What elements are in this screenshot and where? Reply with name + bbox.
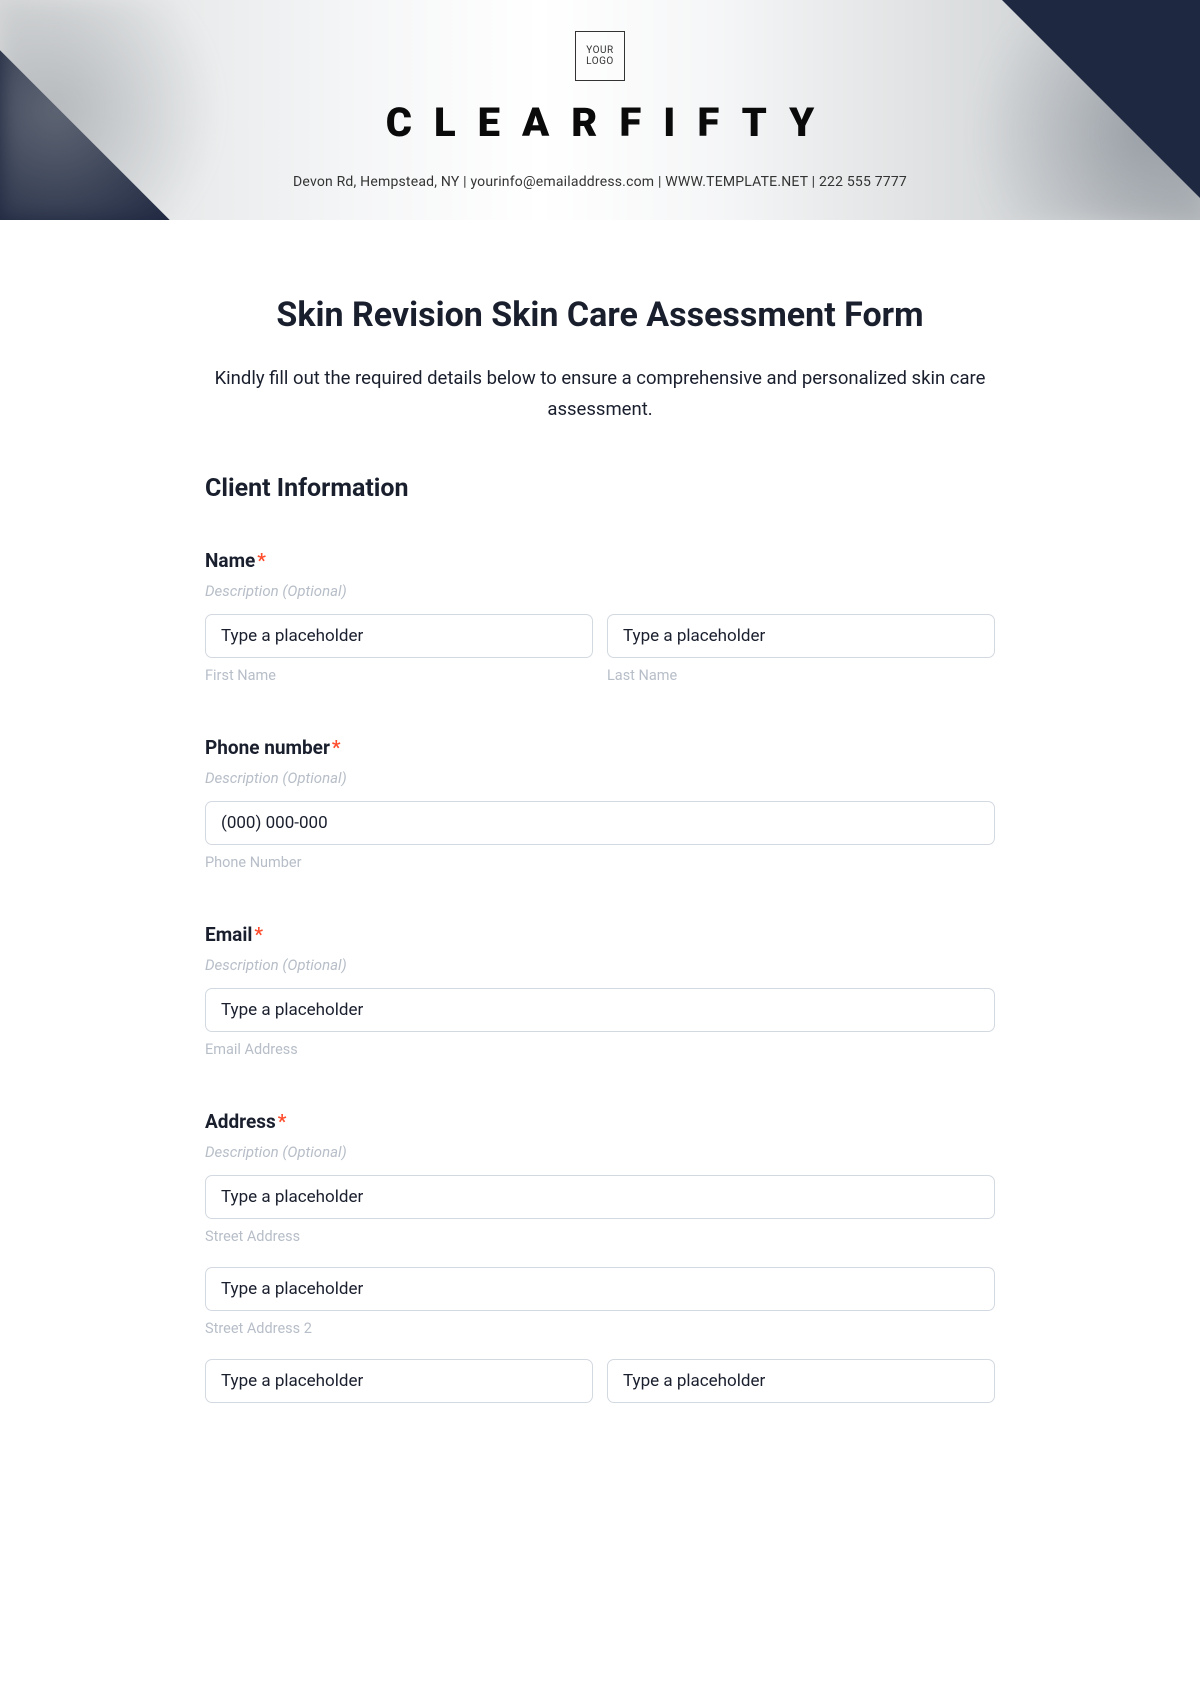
- first-name-col: First Name: [205, 614, 593, 684]
- required-indicator: *: [332, 736, 341, 759]
- phone-sublabel: Phone Number: [205, 854, 995, 871]
- email-sublabel: Email Address: [205, 1041, 995, 1058]
- street2-col: Street Address 2: [205, 1267, 995, 1337]
- name-description: Description (Optional): [205, 582, 995, 600]
- last-name-input[interactable]: [607, 614, 995, 658]
- state-input[interactable]: [607, 1359, 995, 1403]
- street1-col: Street Address: [205, 1175, 995, 1245]
- name-label-text: Name: [205, 549, 255, 572]
- first-name-sublabel: First Name: [205, 667, 593, 684]
- required-indicator: *: [257, 549, 266, 572]
- required-indicator: *: [278, 1110, 287, 1133]
- email-label-text: Email: [205, 923, 252, 946]
- first-name-input[interactable]: [205, 614, 593, 658]
- state-col: [607, 1359, 995, 1403]
- required-indicator: *: [254, 923, 263, 946]
- email-input[interactable]: [205, 988, 995, 1032]
- last-name-sublabel: Last Name: [607, 667, 995, 684]
- header-banner: YOUR LOGO CLEARFIFTY Devon Rd, Hempstead…: [0, 0, 1200, 220]
- form-content: Skin Revision Skin Care Assessment Form …: [100, 220, 1100, 1495]
- address-label: Address*: [205, 1110, 995, 1133]
- city-col: [205, 1359, 593, 1403]
- field-group-phone: Phone number* Description (Optional) Pho…: [205, 736, 995, 871]
- city-input[interactable]: [205, 1359, 593, 1403]
- logo-text-line2: LOGO: [586, 56, 614, 67]
- phone-label: Phone number*: [205, 736, 995, 759]
- street2-input[interactable]: [205, 1267, 995, 1311]
- phone-input[interactable]: [205, 801, 995, 845]
- phone-col: Phone Number: [205, 801, 995, 871]
- field-group-address: Address* Description (Optional) Street A…: [205, 1110, 995, 1403]
- street2-sublabel: Street Address 2: [205, 1320, 995, 1337]
- street1-input[interactable]: [205, 1175, 995, 1219]
- address-description: Description (Optional): [205, 1143, 995, 1161]
- email-label: Email*: [205, 923, 995, 946]
- field-group-name: Name* Description (Optional) First Name …: [205, 549, 995, 684]
- address-row3: [205, 1359, 995, 1403]
- phone-description: Description (Optional): [205, 769, 995, 787]
- address-inputs: Street Address Street Address 2: [205, 1175, 995, 1403]
- street1-sublabel: Street Address: [205, 1228, 995, 1245]
- logo-placeholder: YOUR LOGO: [575, 31, 625, 81]
- form-title: Skin Revision Skin Care Assessment Form: [205, 295, 995, 335]
- contact-info: Devon Rd, Hempstead, NY | yourinfo@email…: [293, 174, 907, 190]
- email-description: Description (Optional): [205, 956, 995, 974]
- field-group-email: Email* Description (Optional) Email Addr…: [205, 923, 995, 1058]
- last-name-col: Last Name: [607, 614, 995, 684]
- form-subtitle: Kindly fill out the required details bel…: [205, 363, 995, 426]
- address-label-text: Address: [205, 1110, 276, 1133]
- decor-blur-right: [920, 0, 1200, 220]
- decor-blur-left: [0, 0, 280, 220]
- name-input-row: First Name Last Name: [205, 614, 995, 684]
- email-col: Email Address: [205, 988, 995, 1058]
- brand-name: CLEARFIFTY: [364, 99, 837, 146]
- section-client-info-title: Client Information: [205, 474, 995, 503]
- phone-label-text: Phone number: [205, 736, 330, 759]
- name-label: Name*: [205, 549, 995, 572]
- logo-text-line1: YOUR: [586, 45, 613, 56]
